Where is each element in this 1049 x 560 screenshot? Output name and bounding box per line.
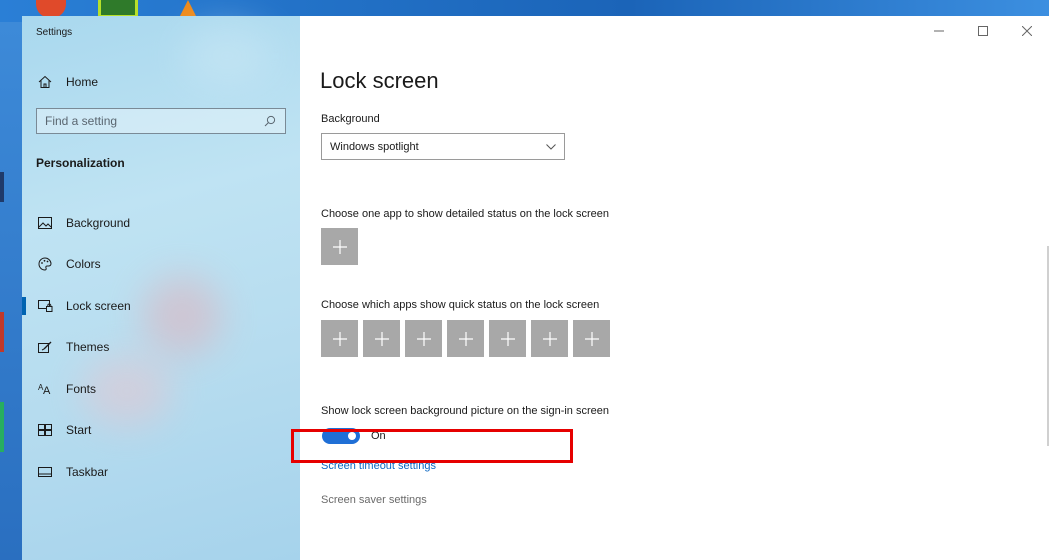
desktop-fragment — [0, 402, 4, 452]
background-dropdown-value: Windows spotlight — [330, 140, 419, 153]
signin-background-state: On — [371, 430, 386, 442]
sidebar-item-start[interactable]: Start — [22, 410, 300, 452]
taskbar-icon — [36, 463, 54, 481]
app-title: Settings — [36, 27, 73, 38]
sidebar-item-label: Lock screen — [66, 298, 131, 313]
sidebar-item-themes[interactable]: Themes — [22, 327, 300, 369]
desktop-background-edge — [0, 22, 22, 560]
settings-window: Settings Home Personalization Background — [22, 16, 1049, 560]
add-detailed-status-app-button[interactable] — [321, 228, 358, 265]
content-pane: Lock screen Background Windows spotlight… — [300, 16, 1049, 560]
detailed-status-label: Choose one app to show detailed status o… — [321, 208, 610, 220]
signin-background-label: Show lock screen background picture on t… — [321, 405, 609, 417]
add-quick-status-app-button[interactable] — [405, 320, 442, 357]
desktop-fragment — [0, 312, 4, 352]
sidebar-item-label: Themes — [66, 340, 110, 355]
signin-background-toggle[interactable] — [322, 428, 360, 444]
sidebar: Settings Home Personalization Background — [22, 16, 300, 560]
quick-status-label: Choose which apps show quick status on t… — [321, 299, 600, 311]
nav-home-label: Home — [66, 75, 99, 89]
svg-text:A: A — [43, 385, 51, 395]
background-label: Background — [321, 113, 380, 125]
fonts-icon: AA — [36, 380, 54, 398]
search-icon[interactable] — [263, 114, 277, 128]
search-input[interactable] — [45, 114, 263, 128]
backdrop-blur — [182, 26, 272, 86]
add-quick-status-app-button[interactable] — [573, 320, 610, 357]
search-box[interactable] — [36, 108, 286, 134]
sidebar-item-label: Taskbar — [66, 464, 109, 479]
sidebar-item-label: Background — [66, 215, 131, 230]
plus-icon — [458, 331, 473, 346]
toggle-knob — [348, 432, 356, 440]
nav-home[interactable]: Home — [36, 72, 98, 92]
add-quick-status-app-button[interactable] — [489, 320, 526, 357]
desktop-fragment — [0, 172, 4, 202]
picture-icon — [36, 214, 54, 232]
plus-icon — [416, 331, 431, 346]
home-icon — [36, 73, 54, 91]
plus-icon — [332, 331, 347, 346]
chevron-down-icon — [546, 143, 556, 150]
sidebar-item-label: Start — [66, 423, 92, 438]
add-quick-status-app-button[interactable] — [531, 320, 568, 357]
maximize-icon — [978, 26, 988, 36]
nav-list: Background Colors Lock screen Themes A A… — [22, 202, 300, 493]
close-icon — [1022, 26, 1032, 36]
add-quick-status-app-button[interactable] — [447, 320, 484, 357]
close-button[interactable] — [1005, 16, 1049, 46]
plus-icon — [542, 331, 557, 346]
sidebar-item-label: Colors — [66, 257, 101, 272]
sidebar-item-colors[interactable]: Colors — [22, 244, 300, 286]
plus-icon — [332, 239, 347, 254]
sidebar-item-fonts[interactable]: AA Fonts — [22, 368, 300, 410]
screen-timeout-settings-link[interactable]: Screen timeout settings — [321, 460, 436, 472]
minimize-button[interactable] — [917, 16, 961, 46]
section-heading: Personalization — [36, 156, 125, 170]
start-icon — [36, 421, 54, 439]
lock-screen-icon — [36, 297, 54, 315]
plus-icon — [374, 331, 389, 346]
window-controls — [917, 16, 1049, 46]
sidebar-item-lock-screen[interactable]: Lock screen — [22, 285, 300, 327]
sidebar-item-taskbar[interactable]: Taskbar — [22, 451, 300, 493]
add-quick-status-app-button[interactable] — [321, 320, 358, 357]
background-dropdown[interactable]: Windows spotlight — [321, 133, 565, 160]
plus-icon — [584, 331, 599, 346]
add-quick-status-app-button[interactable] — [363, 320, 400, 357]
plus-icon — [500, 331, 515, 346]
minimize-icon — [934, 30, 944, 32]
themes-icon — [36, 338, 54, 356]
palette-icon — [36, 255, 54, 273]
sidebar-item-background[interactable]: Background — [22, 202, 300, 244]
page-title: Lock screen — [320, 68, 439, 93]
maximize-button[interactable] — [961, 16, 1005, 46]
screen-saver-settings-link[interactable]: Screen saver settings — [321, 494, 427, 506]
desktop-app-icon[interactable] — [180, 0, 196, 16]
sidebar-item-label: Fonts — [66, 381, 97, 396]
